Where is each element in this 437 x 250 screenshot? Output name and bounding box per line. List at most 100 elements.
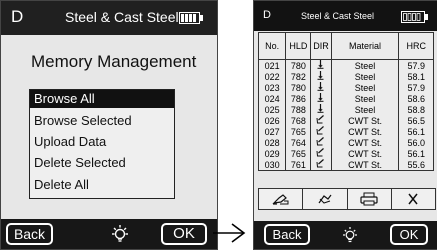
footer-bar: Back OK — [254, 221, 437, 249]
cell-hrc: 56.1 — [398, 126, 434, 137]
probe-angle-icon — [316, 148, 325, 157]
menu-item-browse-all[interactable]: Browse All — [30, 90, 174, 108]
cell-no: 025 — [257, 104, 287, 115]
table-row[interactable]: 024 786 Steel 58.6 — [257, 93, 434, 104]
cell-no: 024 — [257, 93, 287, 104]
probe-down-icon — [317, 104, 324, 113]
mode-letter: D — [263, 9, 271, 21]
cell-hld: 780 — [285, 82, 312, 93]
table-row[interactable]: 029 765 CWT St. 56.1 — [257, 148, 434, 159]
cell-material: Steel — [330, 93, 400, 104]
memory-menu: Browse All Browse Selected Upload Data D… — [29, 89, 175, 199]
print-button[interactable] — [348, 189, 392, 209]
cell-material: CWT St. — [330, 126, 400, 137]
cell-no: 029 — [257, 148, 287, 159]
close-button[interactable] — [392, 189, 435, 209]
menu-item-delete-all[interactable]: Delete All — [30, 176, 174, 194]
cell-material: CWT St. — [330, 148, 400, 159]
table-row[interactable]: 021 780 Steel 57.9 — [257, 59, 434, 71]
cell-dir — [310, 137, 332, 148]
cell-hrc: 58.1 — [398, 71, 434, 82]
cell-hld: 764 — [285, 137, 312, 148]
menu-item-delete-selected[interactable]: Delete Selected — [30, 154, 174, 172]
cell-dir — [310, 115, 332, 126]
cell-material: Steel — [330, 59, 400, 71]
cell-dir — [310, 148, 332, 159]
cell-hrc: 57.9 — [398, 59, 434, 71]
cell-hrc: 56.1 — [398, 148, 434, 159]
column-header-no: No. — [257, 32, 287, 60]
cell-material: CWT St. — [330, 159, 400, 171]
table-row[interactable]: 027 765 CWT St. 56.1 — [257, 126, 434, 137]
measurement-table: No. HLD DIR Material HRC 021 780 Steel 57.9… — [257, 32, 434, 171]
right-arrow-icon — [213, 223, 246, 243]
back-button[interactable]: Back — [6, 223, 53, 245]
table-row[interactable]: 022 782 Steel 58.1 — [257, 71, 434, 82]
cell-hld: 788 — [285, 104, 312, 115]
battery-icon — [401, 11, 428, 23]
table-row[interactable]: 030 761 CWT St. 55.6 — [257, 159, 434, 171]
cell-hrc: 57.9 — [398, 82, 434, 93]
edit-icon — [271, 194, 289, 205]
memory-management-screen: D Steel & Cast Steel Memory Management B… — [0, 0, 218, 250]
cell-dir — [310, 59, 332, 71]
column-header-hrc: HRC — [398, 32, 434, 60]
print-icon — [360, 192, 378, 206]
cell-dir — [310, 71, 332, 82]
footer-bar: Back OK — [1, 219, 217, 249]
mode-letter: D — [11, 7, 24, 26]
probe-angle-icon — [316, 137, 325, 146]
cell-no: 030 — [257, 159, 287, 171]
column-header-dir: DIR — [310, 32, 332, 60]
cell-material: CWT St. — [330, 115, 400, 126]
menu-item-upload-data[interactable]: Upload Data — [30, 133, 174, 151]
table-row[interactable]: 026 768 CWT St. 56.5 — [257, 115, 434, 126]
cell-dir — [310, 104, 332, 115]
close-icon — [408, 193, 418, 205]
back-button[interactable]: Back — [264, 224, 310, 245]
cell-no: 026 — [257, 115, 287, 126]
edit-button[interactable] — [259, 189, 304, 209]
cell-hrc: 58.6 — [398, 93, 434, 104]
cell-material: Steel — [330, 82, 400, 93]
cell-material: CWT St. — [330, 137, 400, 148]
column-header-material: Material — [330, 32, 400, 60]
battery-icon — [179, 12, 203, 24]
cell-no: 021 — [257, 59, 287, 71]
probe-angle-icon — [316, 115, 325, 124]
cell-hld: 765 — [285, 126, 312, 137]
bulb-icon[interactable] — [338, 225, 362, 245]
probe-down-icon — [317, 71, 324, 80]
probe-down-icon — [317, 82, 324, 91]
select-button[interactable] — [303, 189, 348, 209]
cell-dir — [310, 159, 332, 171]
cell-material: Steel — [330, 104, 400, 115]
bulb-icon[interactable] — [108, 223, 132, 245]
table-row[interactable]: 025 788 Steel 58.8 — [257, 104, 434, 115]
table-row[interactable]: 028 764 CWT St. 56.0 — [257, 137, 434, 148]
cell-hld: 782 — [285, 71, 312, 82]
cell-hrc: 56.0 — [398, 137, 434, 148]
table-row[interactable]: 023 780 Steel 57.9 — [257, 82, 434, 93]
ok-button[interactable]: OK — [161, 223, 207, 245]
title-bar: D Steel & Cast Steel — [254, 1, 437, 31]
cell-no: 023 — [257, 82, 287, 93]
probe-angle-icon — [316, 159, 325, 168]
cell-hld: 780 — [285, 59, 312, 71]
table-body: 021 780 Steel 57.9 022 782 Steel 58.1 023 780 Stee… — [257, 59, 434, 171]
action-bar — [258, 188, 436, 210]
cell-hrc: 56.5 — [398, 115, 434, 126]
menu-item-browse-selected[interactable]: Browse Selected — [30, 112, 174, 130]
cell-hld: 768 — [285, 115, 312, 126]
cell-dir — [310, 82, 332, 93]
cell-hld: 786 — [285, 93, 312, 104]
cell-hrc: 58.8 — [398, 104, 434, 115]
title-bar: D Steel & Cast Steel — [1, 1, 217, 35]
cell-hld: 765 — [285, 148, 312, 159]
probe-down-icon — [317, 93, 324, 102]
page-title: Steel & Cast Steel — [65, 9, 179, 25]
ok-button[interactable]: OK — [390, 224, 428, 245]
cell-no: 022 — [257, 71, 287, 82]
cell-hrc: 55.6 — [398, 159, 434, 171]
cell-hld: 761 — [285, 159, 312, 171]
